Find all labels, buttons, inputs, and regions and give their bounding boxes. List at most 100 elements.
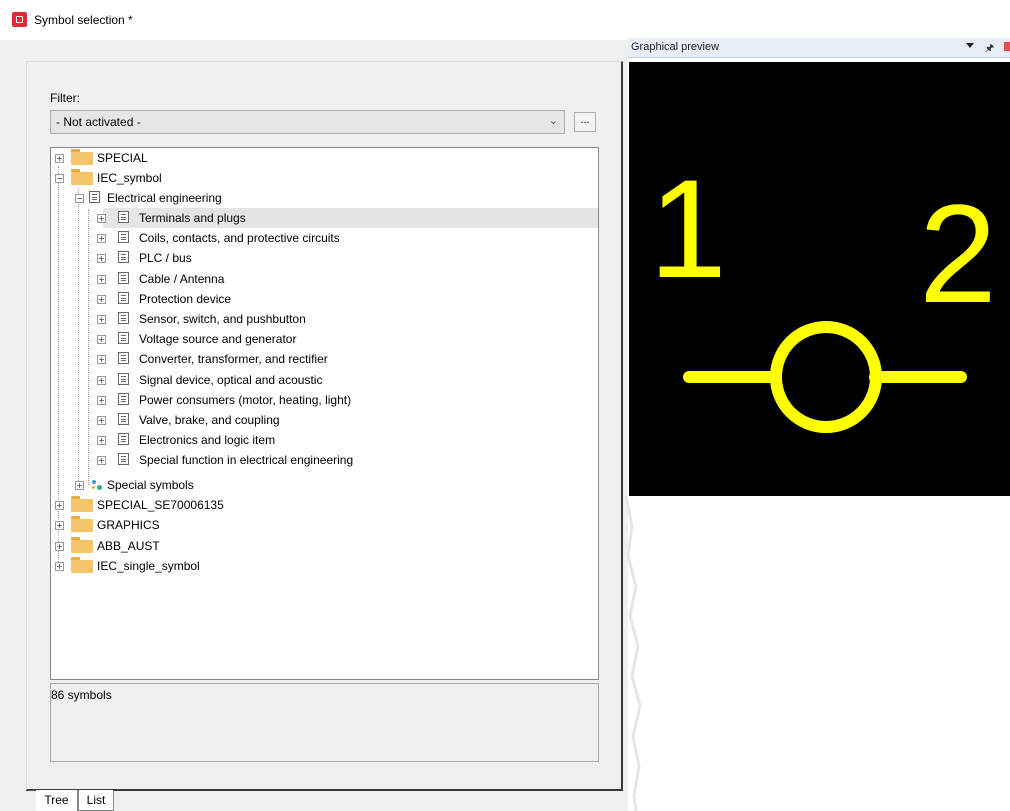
expand-icon[interactable]: + (97, 376, 106, 385)
tree-item-category[interactable]: + Electronics and logic item (97, 430, 598, 450)
filter-more-button[interactable]: ... (574, 112, 596, 132)
expand-icon[interactable]: + (75, 481, 84, 490)
symbol-tree[interactable]: + SPECIAL − IEC_symbol − Electrical engi… (50, 147, 599, 680)
expand-icon[interactable]: + (97, 295, 106, 304)
tree-item-label: Electrical engineering (107, 191, 222, 205)
preview-title: Graphical preview (631, 41, 720, 53)
category-icon (118, 393, 129, 405)
category-icon (118, 292, 129, 304)
expand-icon[interactable]: + (97, 416, 106, 425)
expand-icon[interactable]: + (55, 501, 64, 510)
collapse-icon[interactable]: − (55, 174, 64, 183)
expand-icon[interactable]: + (97, 436, 106, 445)
filter-value: - Not activated - (56, 115, 141, 129)
expand-icon[interactable]: + (97, 335, 106, 344)
tree-item-label: IEC_single_symbol (97, 559, 200, 573)
preview-canvas: 1 2 (629, 62, 1010, 496)
category-icon (118, 453, 129, 465)
torn-edge (624, 496, 642, 811)
tree-item-label: Special symbols (107, 478, 194, 492)
category-icon (118, 433, 129, 445)
tree-item-special-symbols[interactable]: + Special symbols (51, 475, 598, 495)
collapse-icon[interactable]: − (75, 194, 84, 203)
preview-header: Graphical preview (628, 38, 1010, 58)
category-icon (118, 272, 129, 284)
tree-item-label: Power consumers (motor, heating, light) (139, 393, 352, 407)
tree-item-category[interactable]: + Sensor, switch, and pushbutton (97, 309, 598, 329)
tree-item-label: Voltage source and generator (139, 332, 297, 346)
tree-item-category[interactable]: + Converter, transformer, and rectifier (97, 349, 598, 369)
tree-item-label: Terminals and plugs (139, 211, 246, 225)
tree-item-category[interactable]: + Signal device, optical and acoustic (97, 370, 598, 390)
tree-item-category[interactable]: + Coils, contacts, and protective circui… (97, 228, 598, 248)
terminal-symbol-preview: 1 2 (649, 150, 997, 433)
tree-item-label: Coils, contacts, and protective circuits (139, 231, 340, 245)
pin-2-label: 2 (919, 175, 997, 332)
tree-item-category[interactable]: + PLC / bus (97, 248, 598, 268)
tree-item-label: Valve, brake, and coupling (139, 413, 280, 427)
category-icon (118, 251, 129, 263)
category-icon (118, 231, 129, 243)
tree-item-label: Sensor, switch, and pushbutton (139, 312, 306, 326)
tree-item-category[interactable]: + Special function in electrical enginee… (97, 450, 598, 470)
tree-item-iec-symbol[interactable]: − IEC_symbol (51, 168, 598, 188)
category-icon (89, 191, 100, 203)
title-bar: Symbol selection * (0, 0, 1010, 40)
tree-item-label: Signal device, optical and acoustic (139, 373, 323, 387)
special-symbols-icon (92, 479, 106, 491)
tab-tree[interactable]: Tree (36, 790, 78, 811)
tree-item-category[interactable]: + Protection device (97, 289, 598, 309)
tree-item-iec-single-symbol[interactable]: + IEC_single_symbol (51, 556, 598, 576)
expand-icon[interactable]: + (55, 542, 64, 551)
category-icon (118, 352, 129, 364)
expand-icon[interactable]: + (97, 355, 106, 364)
terminal-circle (770, 321, 882, 433)
tree-item-label: Cable / Antenna (139, 272, 225, 286)
tree-connector (78, 188, 79, 485)
tree-item-graphics[interactable]: + GRAPHICS (51, 515, 598, 535)
filter-label: Filter: (50, 91, 80, 105)
chevron-down-icon: ⌄ (548, 115, 558, 127)
expand-icon[interactable]: + (97, 254, 106, 263)
expand-icon[interactable]: + (97, 234, 106, 243)
expand-icon[interactable]: + (55, 562, 64, 571)
folder-icon (71, 516, 93, 532)
close-icon[interactable] (1004, 42, 1010, 51)
tree-item-category[interactable]: + Valve, brake, and coupling (97, 410, 598, 430)
tree-item-abb-aust[interactable]: + ABB_AUST (51, 536, 598, 556)
tree-item-electrical-engineering[interactable]: − Electrical engineering (51, 188, 598, 208)
folder-icon (71, 149, 93, 165)
tree-item-label: Converter, transformer, and rectifier (139, 352, 328, 366)
expand-icon[interactable]: + (97, 214, 106, 223)
tree-item-category[interactable]: + Terminals and plugs (97, 208, 598, 228)
expand-icon[interactable]: + (97, 315, 106, 324)
expand-icon[interactable]: + (55, 521, 64, 530)
symbol-count-panel: 86 symbols (50, 683, 599, 762)
tree-item-label: SPECIAL_SE70006135 (97, 498, 224, 512)
folder-icon (71, 537, 93, 553)
tree-connector (88, 209, 89, 485)
folder-icon (71, 169, 93, 185)
dropdown-icon[interactable] (966, 43, 974, 48)
expand-icon[interactable]: + (97, 275, 106, 284)
tree-item-special[interactable]: + SPECIAL (51, 148, 598, 168)
pin-icon[interactable]: 🖈︎ (985, 41, 994, 58)
tree-item-category[interactable]: + Cable / Antenna (97, 269, 598, 289)
tree-item-label: ABB_AUST (97, 539, 160, 553)
tree-item-category[interactable]: + Power consumers (motor, heating, light… (97, 390, 598, 410)
tree-item-label: SPECIAL (97, 151, 148, 165)
expand-icon[interactable]: + (97, 396, 106, 405)
tree-item-label: PLC / bus (139, 251, 192, 265)
window-title: Symbol selection * (34, 13, 133, 27)
expand-icon[interactable]: + (55, 154, 64, 163)
filter-dropdown[interactable]: - Not activated - ⌄ (50, 110, 565, 134)
folder-icon (71, 557, 93, 573)
folder-icon (71, 496, 93, 512)
category-icon (118, 211, 129, 223)
tree-item-special-se70006135[interactable]: + SPECIAL_SE70006135 (51, 495, 598, 515)
expand-icon[interactable]: + (97, 456, 106, 465)
tree-item-category[interactable]: + Voltage source and generator (97, 329, 598, 349)
symbol-count: 86 symbols (51, 688, 112, 702)
tab-list[interactable]: List (78, 790, 114, 811)
tree-item-label: IEC_symbol (97, 171, 162, 185)
